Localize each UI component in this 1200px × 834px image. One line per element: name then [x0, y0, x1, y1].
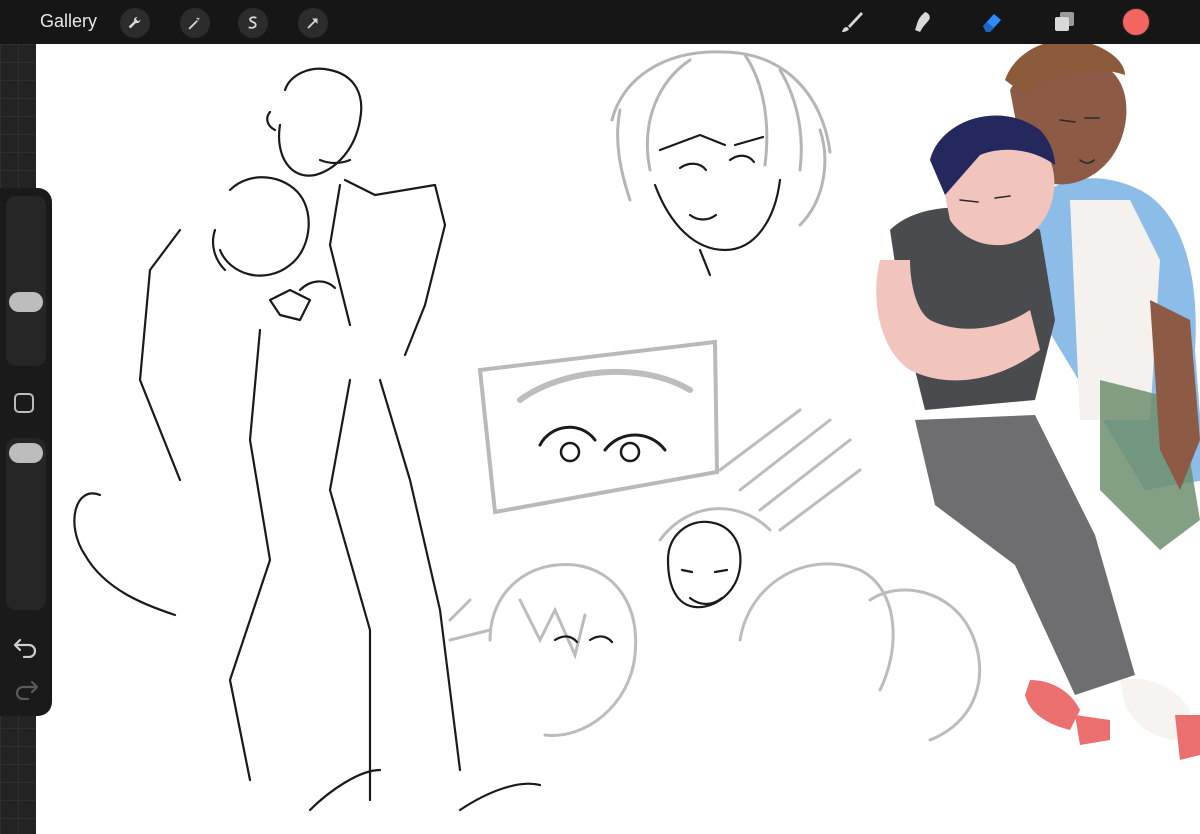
size-slider-thumb[interactable]: [9, 292, 43, 312]
wrench-icon[interactable]: [120, 8, 150, 38]
drawing-canvas[interactable]: [36, 44, 1200, 834]
magic-wand-icon[interactable]: [180, 8, 210, 38]
brush-sidebar: [0, 188, 52, 716]
layers-icon[interactable]: [1048, 6, 1080, 38]
selection-icon[interactable]: [238, 8, 268, 38]
eraser-icon[interactable]: [976, 6, 1008, 38]
color-picker-button[interactable]: [1122, 8, 1150, 36]
brush-icon[interactable]: [836, 6, 868, 38]
redo-icon[interactable]: [12, 676, 40, 700]
colored-figures-couple: [876, 44, 1200, 760]
gallery-button[interactable]: Gallery: [40, 11, 97, 32]
line-figures-couple: [73, 67, 542, 812]
top-toolbar: Gallery: [0, 0, 1200, 44]
smudge-icon[interactable]: [906, 6, 938, 38]
line-face-top: [653, 133, 782, 277]
opacity-slider[interactable]: [6, 438, 46, 610]
artwork: [73, 44, 1200, 812]
sketch-face-top: [610, 50, 832, 227]
size-slider[interactable]: [6, 196, 46, 366]
modifier-button[interactable]: [14, 393, 34, 413]
undo-icon[interactable]: [12, 634, 40, 658]
opacity-slider-thumb[interactable]: [9, 443, 43, 463]
sketch-eyes-panel: [477, 339, 720, 515]
transform-arrow-icon[interactable]: [298, 8, 328, 38]
